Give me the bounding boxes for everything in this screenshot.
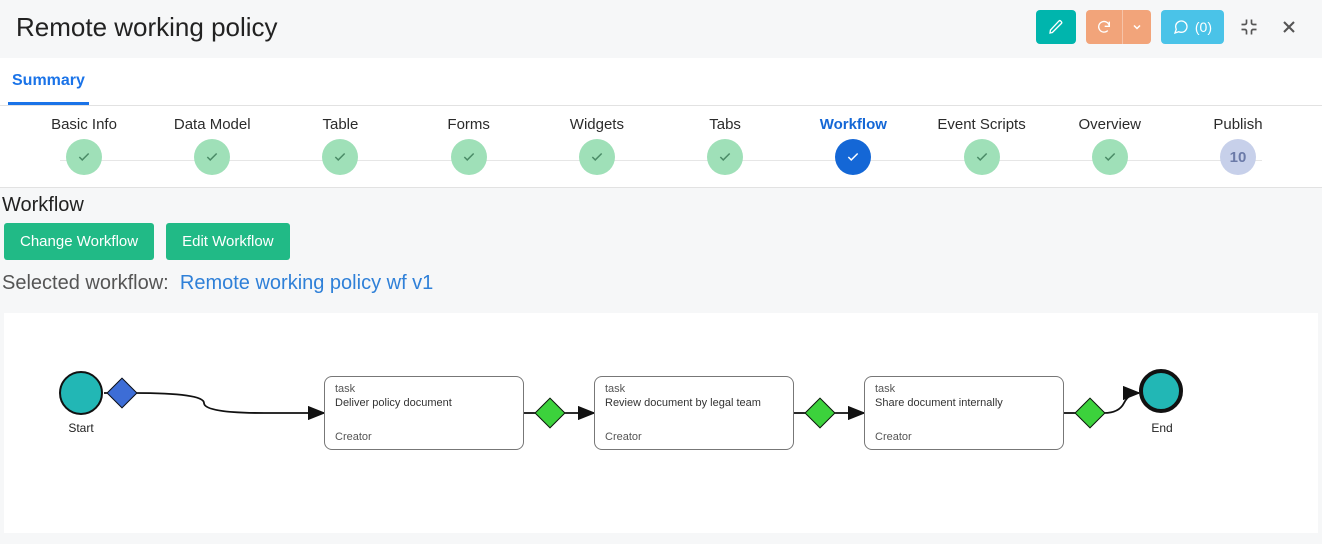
step-label: Data Model [174,116,251,133]
check-icon [579,139,615,175]
task-type: task [875,383,1053,395]
edit-button[interactable] [1036,10,1076,44]
step-event-scripts[interactable]: Event Scripts [928,116,1036,175]
check-icon [194,139,230,175]
step-workflow[interactable]: Workflow [799,116,907,175]
close-button[interactable] [1274,12,1304,42]
step-widgets[interactable]: Widgets [543,116,651,175]
step-label: Tabs [709,116,741,133]
step-label: Overview [1078,116,1141,133]
check-icon [964,139,1000,175]
workflow-diagram: Start task Deliver policy document Creat… [4,313,1304,523]
task-title: Review document by legal team [605,397,783,409]
step-label: Table [323,116,359,133]
comment-icon [1173,19,1189,35]
selected-workflow-label: Selected workflow: [2,272,169,294]
step-basic-info[interactable]: Basic Info [30,116,138,175]
step-label: Basic Info [51,116,117,133]
step-forms[interactable]: Forms [415,116,523,175]
step-tabs[interactable]: Tabs [671,116,779,175]
step-number-icon: 10 [1220,139,1256,175]
task-title: Deliver policy document [335,397,513,409]
refresh-split-button[interactable] [1086,10,1151,44]
minimize-button[interactable] [1234,12,1264,42]
workflow-diagram-panel: Start task Deliver policy document Creat… [4,313,1318,533]
task-role: Creator [605,431,642,443]
end-event-node[interactable] [1139,369,1183,413]
step-data-model[interactable]: Data Model [158,116,266,175]
task-role: Creator [875,431,912,443]
end-event-label: End [1132,421,1192,435]
page-title: Remote working policy [16,12,278,43]
start-event-node[interactable] [59,371,103,415]
check-icon [707,139,743,175]
check-icon [1092,139,1128,175]
step-table[interactable]: Table [286,116,394,175]
check-icon [835,139,871,175]
task-node-1[interactable]: task Deliver policy document Creator [324,376,524,450]
wizard-steps: Basic Info Data Model Table Forms Widgets Tab… [0,106,1322,188]
change-workflow-button[interactable]: Change Workflow [4,223,154,260]
step-label: Forms [447,116,490,133]
task-type: task [605,383,783,395]
step-label: Publish [1213,116,1262,133]
task-node-2[interactable]: task Review document by legal team Creat… [594,376,794,450]
chevron-down-icon [1131,21,1143,33]
page-header: Remote working policy (0) [0,0,1322,58]
close-icon [1279,17,1299,37]
step-overview[interactable]: Overview [1056,116,1164,175]
check-icon [322,139,358,175]
refresh-icon [1096,19,1112,35]
task-node-3[interactable]: task Share document internally Creator [864,376,1064,450]
section-title: Workflow [0,188,1322,221]
refresh-dropdown[interactable] [1122,10,1151,44]
minimize-icon [1239,17,1259,37]
selected-workflow-link[interactable]: Remote working policy wf v1 [180,272,433,294]
task-title: Share document internally [875,397,1053,409]
start-event-label: Start [51,421,111,435]
workflow-actions: Change Workflow Edit Workflow [0,221,1322,272]
tab-summary[interactable]: Summary [8,58,89,105]
selected-workflow: Selected workflow: Remote working policy… [0,272,1322,305]
header-actions: (0) [1036,10,1304,44]
step-label: Workflow [820,116,887,133]
check-icon [66,139,102,175]
refresh-button[interactable] [1086,10,1122,44]
task-type: task [335,383,513,395]
edit-workflow-button[interactable]: Edit Workflow [166,223,289,260]
comments-count: (0) [1195,19,1212,35]
pencil-icon [1048,19,1064,35]
tabs-row: Summary [0,58,1322,106]
step-label: Event Scripts [937,116,1025,133]
comments-button[interactable]: (0) [1161,10,1224,44]
step-label: Widgets [570,116,624,133]
task-role: Creator [335,431,372,443]
check-icon [451,139,487,175]
step-publish[interactable]: Publish 10 [1184,116,1292,175]
